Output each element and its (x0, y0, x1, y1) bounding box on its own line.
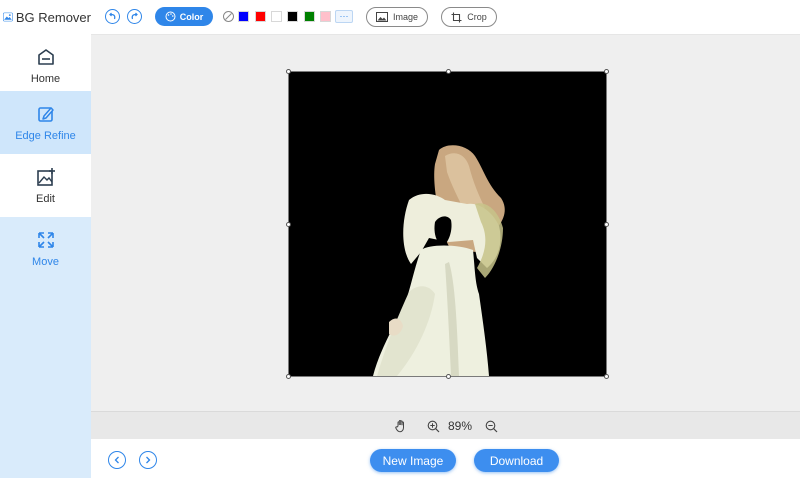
edit-image-icon (36, 167, 55, 186)
more-colors-button[interactable]: ··· (335, 10, 353, 23)
chevron-right-icon (146, 456, 151, 464)
undo-icon (109, 12, 116, 20)
chevron-left-icon (114, 456, 119, 464)
previous-button[interactable] (108, 451, 126, 469)
zoom-out-icon[interactable] (485, 420, 498, 433)
resize-handle-bottom-right[interactable] (604, 374, 609, 379)
swatch-none[interactable] (223, 11, 234, 22)
resize-handle-top[interactable] (446, 69, 451, 74)
sidebar-item-move[interactable]: Move (0, 217, 91, 280)
zoom-bar: 89% (91, 411, 800, 439)
resize-handle-top-left[interactable] (286, 69, 291, 74)
sidebar: BG Remover Home Edge Refine Edit Move (0, 0, 91, 478)
swatch-pink[interactable] (320, 11, 331, 22)
subject-figure (373, 145, 505, 376)
sidebar-item-edge-refine[interactable]: Edge Refine (0, 91, 91, 154)
sidebar-item-home[interactable]: Home (0, 34, 91, 97)
top-toolbar: Color ··· Image Crop (91, 0, 800, 35)
home-icon (37, 48, 54, 65)
hand-pan-icon[interactable] (395, 419, 408, 433)
swatch-white[interactable] (271, 11, 282, 22)
redo-icon (131, 12, 138, 20)
palette-icon (165, 11, 176, 22)
canvas-area (91, 35, 800, 411)
result-image[interactable] (286, 69, 609, 379)
swatch-black[interactable] (287, 11, 298, 22)
image-label: Image (392, 12, 418, 22)
move-icon (37, 231, 54, 248)
color-button[interactable]: Color (155, 7, 213, 26)
swatch-green[interactable] (304, 11, 315, 22)
no-color-icon (225, 13, 232, 20)
crop-icon (451, 12, 462, 22)
image-button[interactable]: Image (366, 7, 428, 27)
sidebar-item-label: Edge Refine (15, 129, 76, 142)
crop-label: Crop (467, 12, 487, 22)
sidebar-item-label: Move (32, 255, 59, 268)
sidebar-item-label: Edit (36, 192, 55, 205)
color-label: Color (179, 11, 204, 22)
next-button[interactable] (139, 451, 157, 469)
download-button[interactable]: Download (474, 449, 559, 472)
app-brand: BG Remover (0, 0, 91, 34)
app-title: BG Remover (15, 9, 91, 25)
bottom-bar: New Image Download (91, 439, 800, 478)
redo-button[interactable] (127, 9, 142, 24)
undo-button[interactable] (105, 9, 120, 24)
sidebar-item-label: Home (30, 72, 61, 85)
sidebar-item-edit[interactable]: Edit (0, 154, 91, 217)
resize-handle-left[interactable] (286, 222, 291, 227)
new-image-button[interactable]: New Image (370, 449, 456, 472)
swatch-blue[interactable] (238, 11, 249, 22)
swatch-red[interactable] (255, 11, 266, 22)
resize-handle-bottom[interactable] (446, 374, 451, 379)
zoom-level: 89% (448, 419, 473, 433)
crop-button[interactable]: Crop (441, 7, 497, 27)
logo-icon (3, 12, 13, 22)
resize-handle-bottom-left[interactable] (286, 374, 291, 379)
resize-handle-right[interactable] (604, 222, 609, 227)
edge-refine-icon (37, 106, 54, 122)
zoom-in-icon[interactable] (427, 420, 440, 433)
image-icon (375, 12, 388, 22)
resize-handle-top-right[interactable] (604, 69, 609, 74)
